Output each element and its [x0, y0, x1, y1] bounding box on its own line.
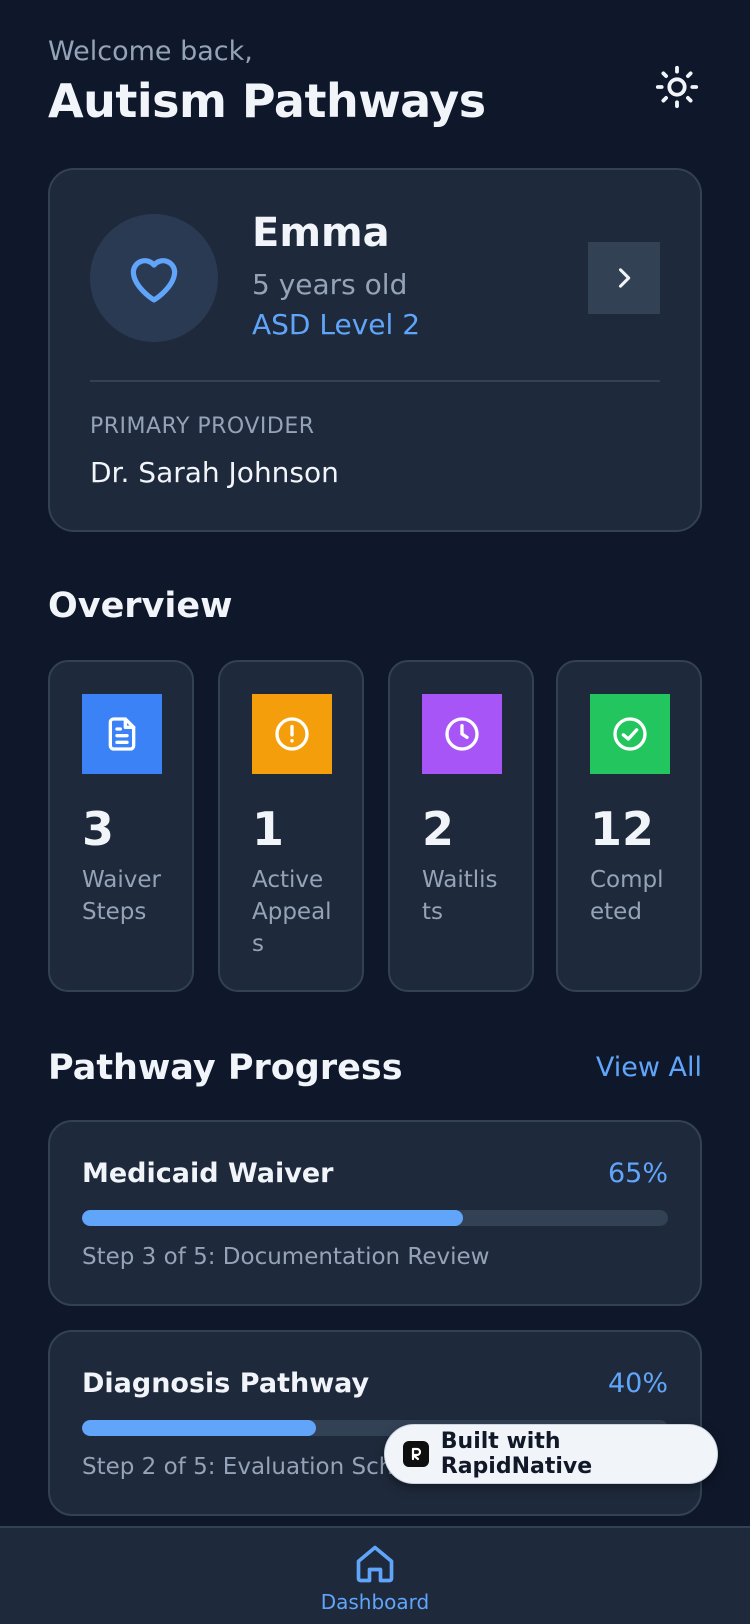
nav-item-dashboard[interactable]: Dashboard — [316, 1542, 434, 1624]
nav-label-dashboard: Dashboard — [320, 1590, 430, 1614]
pathway-title: Diagnosis Pathway — [82, 1368, 370, 1399]
welcome-text: Welcome back, — [48, 36, 253, 67]
provider-name: Dr. Sarah Johnson — [90, 456, 339, 489]
pathway-card-medicaid-waiver[interactable]: Medicaid Waiver 65% Step 3 of 5: Documen… — [48, 1120, 702, 1306]
pathway-percent: 40% — [607, 1368, 668, 1399]
overview-stats: 3 Waiver Steps 1 Active Appeals 2 Waitli… — [48, 660, 702, 992]
home-icon — [356, 1545, 394, 1583]
page-title: Autism Pathways — [48, 74, 486, 128]
chevron-right-icon — [618, 268, 631, 288]
pathway-card-diagnosis[interactable]: Diagnosis Pathway 40% Step 2 of 5: Evalu… — [48, 1330, 702, 1516]
stat-label: Waitlists — [422, 867, 498, 925]
pathway-title: Medicaid Waiver — [82, 1158, 334, 1189]
stat-icon-box — [252, 694, 332, 774]
check-circle-icon — [613, 717, 647, 751]
child-profile-card[interactable]: Emma 5 years old ASD Level 2 PRIMARY PRO… — [48, 168, 702, 532]
pathway-step: Step 3 of 5: Documentation Review — [82, 1244, 490, 1270]
stat-icon-box — [422, 694, 502, 774]
badge-text: Built with RapidNative — [440, 1429, 593, 1479]
stat-icon-box — [590, 694, 670, 774]
rapidnative-logo-icon — [403, 1441, 429, 1467]
stat-value: 3 — [82, 802, 115, 856]
progress-fill — [82, 1210, 463, 1226]
stat-card-active-appeals[interactable]: 1 Active Appeals — [218, 660, 364, 992]
sun-icon — [655, 65, 699, 109]
theme-toggle-button[interactable] — [652, 62, 702, 112]
overview-title: Overview — [48, 586, 233, 626]
alert-circle-icon — [275, 717, 309, 751]
stat-card-completed[interactable]: 12 Completed — [556, 660, 702, 992]
bottom-nav: Dashboard — [0, 1526, 750, 1624]
stat-label: Completed — [590, 867, 664, 925]
document-icon — [108, 717, 136, 751]
clock-icon — [445, 717, 479, 751]
stat-label: Waiver Steps — [82, 867, 161, 925]
stat-value: 12 — [590, 802, 655, 856]
divider — [90, 380, 660, 382]
built-with-badge[interactable]: Built with RapidNative — [384, 1424, 718, 1484]
child-age: 5 years old — [252, 268, 408, 301]
stat-card-waiver-steps[interactable]: 3 Waiver Steps — [48, 660, 194, 992]
stat-label: Active Appeals — [252, 867, 332, 957]
avatar — [90, 214, 218, 342]
stat-card-waitlists[interactable]: 2 Waitlists — [388, 660, 534, 992]
stat-icon-box — [82, 694, 162, 774]
provider-label: PRIMARY PROVIDER — [90, 414, 315, 439]
progress-track — [82, 1210, 668, 1226]
header: Welcome back, Autism Pathways — [48, 34, 702, 132]
child-asd-level: ASD Level 2 — [252, 308, 421, 341]
progress-fill — [82, 1420, 317, 1436]
open-profile-button[interactable] — [588, 242, 660, 314]
stat-value: 1 — [252, 802, 285, 856]
child-name: Emma — [252, 210, 390, 256]
pathway-progress-title: Pathway Progress — [48, 1048, 403, 1088]
heart-icon — [130, 258, 178, 303]
view-all-link[interactable]: View All — [596, 1052, 702, 1083]
stat-value: 2 — [422, 802, 455, 856]
pathway-percent: 65% — [607, 1158, 668, 1189]
